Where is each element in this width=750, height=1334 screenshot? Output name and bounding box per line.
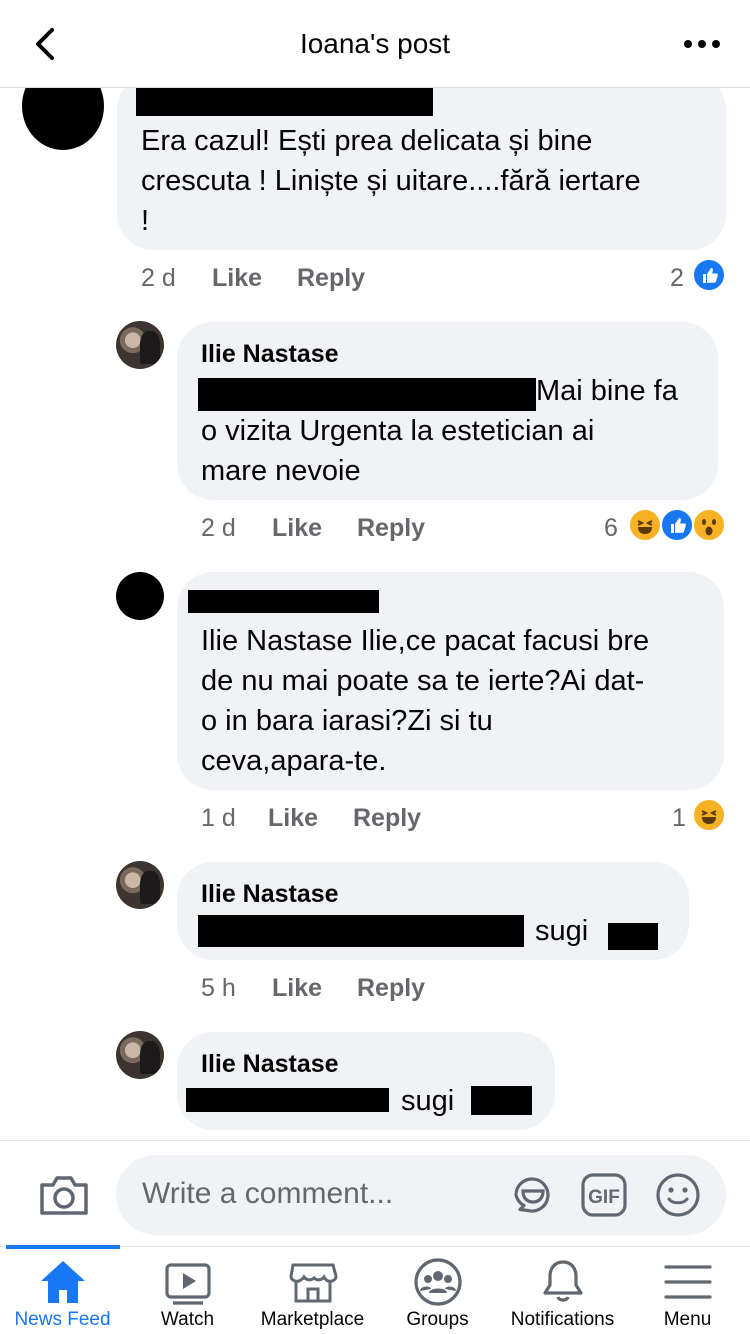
sticker-icon[interactable] (508, 1171, 556, 1219)
haha-reaction-icon (628, 508, 662, 542)
comment-text-line: mare nevoie (201, 455, 361, 487)
comment-timestamp: 5 h (201, 974, 236, 1002)
reaction-count[interactable]: 6 (604, 514, 618, 543)
reply-button[interactable]: Reply (353, 804, 421, 833)
comment-text-line: sugi (401, 1085, 455, 1117)
tab-watch[interactable]: Watch (125, 1247, 250, 1334)
like-button[interactable]: Like (268, 804, 318, 833)
redacted-mention (198, 378, 536, 411)
post-header: Ioana's post (0, 0, 750, 88)
tab-notifications[interactable]: Notifications (500, 1247, 625, 1334)
wow-reaction-icon (692, 508, 726, 542)
comment-text-line: Mai bine fa (536, 375, 678, 407)
comment-input[interactable]: Write a comment... GIF (116, 1155, 726, 1235)
tab-menu[interactable]: Menu (625, 1247, 750, 1334)
redacted-word (608, 923, 658, 950)
comment-timestamp: 2 d (141, 264, 176, 292)
avatar[interactable] (116, 1031, 164, 1079)
tab-label: News Feed (14, 1309, 111, 1330)
comment-text-line: sugi (535, 915, 589, 947)
comment-text-line: crescuta ! Liniște și uitare....fără ier… (141, 165, 641, 197)
reply-button[interactable]: Reply (357, 514, 425, 543)
home-icon (38, 1257, 88, 1307)
tab-label: Watch (160, 1309, 215, 1330)
comment-bubble[interactable] (177, 1032, 555, 1130)
tab-label: Notifications (510, 1309, 615, 1330)
reply-button[interactable]: Reply (297, 264, 365, 293)
like-button[interactable]: Like (272, 514, 322, 543)
avatar[interactable] (116, 572, 164, 620)
comments-list[interactable]: Era cazul! Ești prea delicata și bine cr… (0, 88, 750, 1140)
gif-label: GIF (588, 1187, 620, 1208)
groups-icon (413, 1257, 463, 1307)
camera-icon[interactable] (38, 1173, 90, 1217)
redacted-author-name (188, 590, 379, 613)
emoji-icon[interactable] (654, 1171, 702, 1219)
comment-author[interactable]: Ilie Nastase (201, 1050, 339, 1079)
watch-icon (163, 1257, 213, 1307)
like-button[interactable]: Like (272, 974, 322, 1003)
comment-text-line: o vizita Urgenta la estetician ai (201, 415, 595, 447)
redacted-author-name (136, 88, 433, 116)
comment-author[interactable]: Ilie Nastase (201, 340, 339, 369)
comment-input-placeholder: Write a comment... (142, 1177, 394, 1210)
avatar[interactable] (116, 321, 164, 369)
haha-reaction-icon (692, 798, 726, 832)
tab-news-feed[interactable]: News Feed (0, 1247, 125, 1334)
reply-button[interactable]: Reply (357, 974, 425, 1003)
tab-label: Marketplace (260, 1309, 365, 1330)
gif-button[interactable]: GIF (580, 1171, 628, 1219)
menu-icon (663, 1257, 713, 1307)
avatar[interactable] (116, 861, 164, 909)
comment-text-line: Ilie Nastase Ilie,ce pacat facusi bre (201, 625, 650, 657)
comment-text-line: ceva,apara-te. (201, 745, 387, 777)
page-title: Ioana's post (299, 28, 451, 59)
bottom-navigation: News Feed Watch Marketplace Groups Notif… (0, 1245, 750, 1334)
like-button[interactable]: Like (212, 264, 262, 293)
comment-timestamp: 1 d (201, 804, 236, 832)
tab-marketplace[interactable]: Marketplace (250, 1247, 375, 1334)
avatar[interactable] (22, 88, 104, 150)
redacted-mention (198, 915, 524, 947)
marketplace-icon (288, 1257, 338, 1307)
tab-label: Menu (663, 1309, 712, 1330)
comment-composer: Write a comment... GIF (0, 1140, 750, 1246)
reaction-count[interactable]: 2 (670, 264, 684, 293)
tab-label: Groups (406, 1309, 469, 1330)
tab-groups[interactable]: Groups (375, 1247, 500, 1334)
bell-icon (538, 1257, 588, 1307)
like-reaction-icon (692, 258, 726, 292)
comment-text-line: ! (141, 205, 150, 237)
comment-author[interactable]: Ilie Nastase (201, 880, 339, 909)
reaction-count[interactable]: 1 (672, 804, 686, 833)
redacted-word (471, 1086, 532, 1115)
more-horizontal-icon[interactable] (684, 38, 720, 50)
like-reaction-icon (660, 508, 694, 542)
comment-text-line: de nu mai poate sa te ierte?Ai dat- (201, 665, 645, 697)
comment-text-line: o in bara iarasi?Zi si tu (201, 705, 493, 737)
comment-timestamp: 2 d (201, 514, 236, 542)
comment-text-line: Era cazul! Ești prea delicata și bine (141, 125, 593, 157)
redacted-mention (186, 1088, 389, 1112)
